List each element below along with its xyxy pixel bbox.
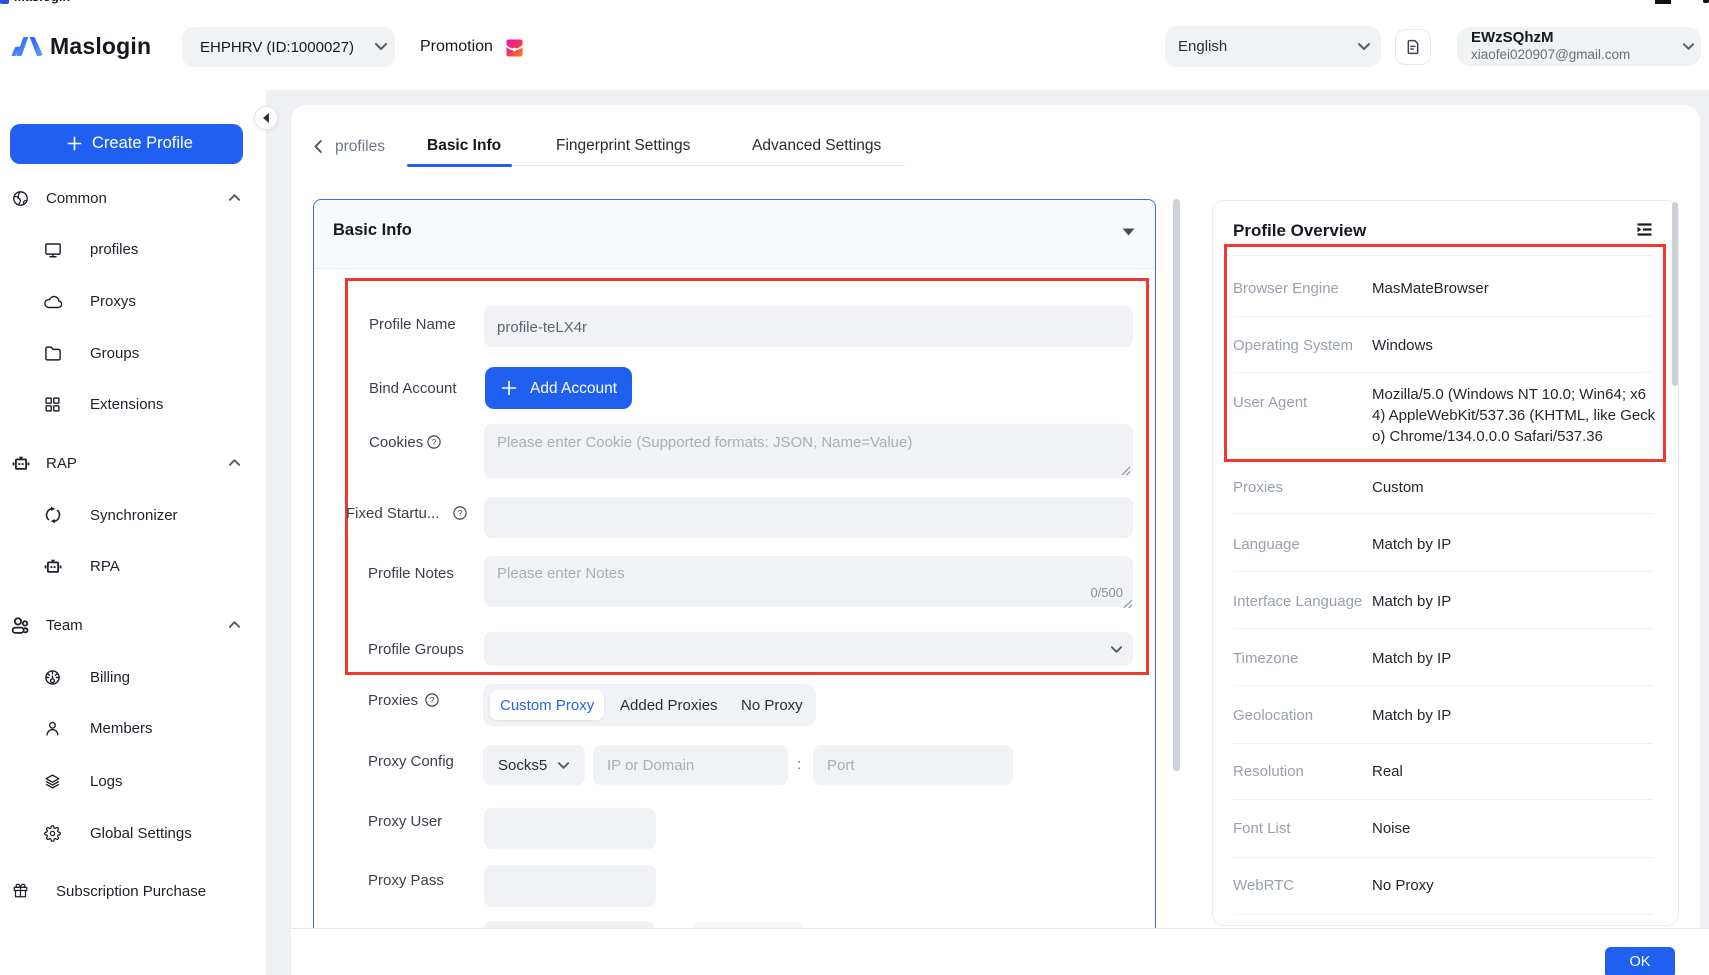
svg-text:?: ? [430,695,435,705]
svg-text:?: ? [458,508,463,518]
svg-text:?: ? [432,437,437,447]
